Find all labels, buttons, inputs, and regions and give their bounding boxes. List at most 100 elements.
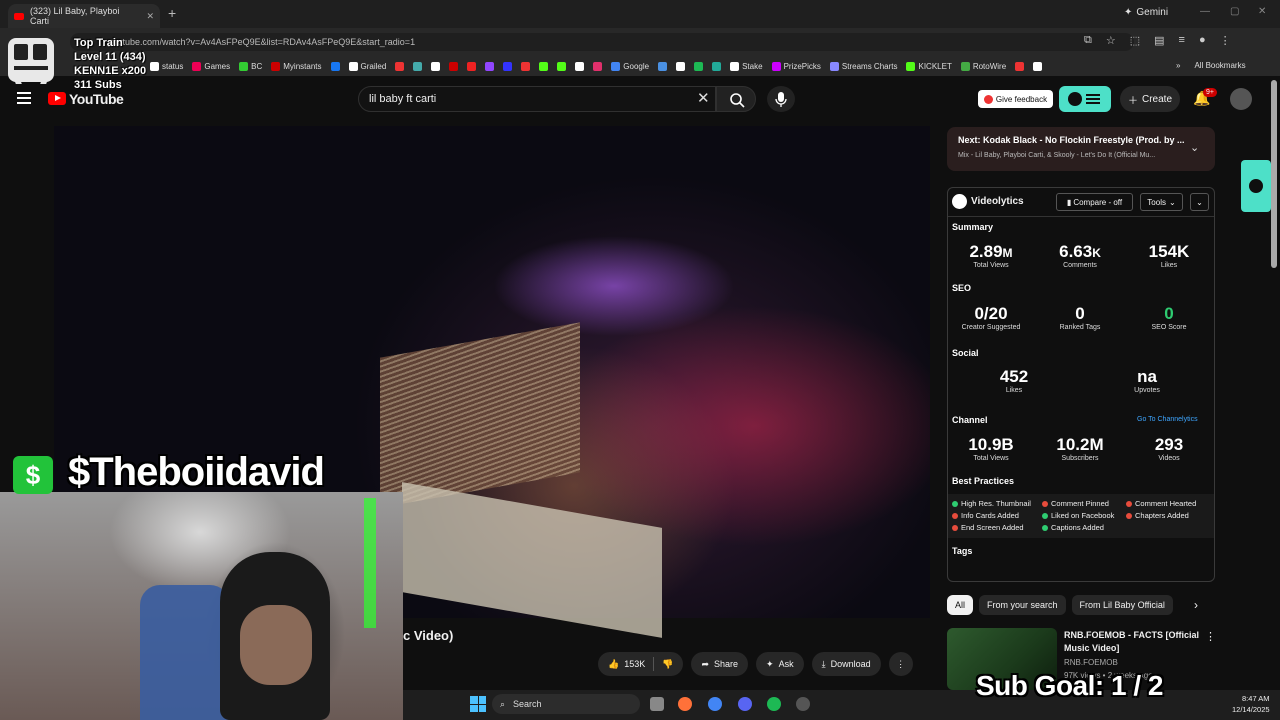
- tab-close-icon[interactable]: ✕: [146, 11, 154, 22]
- hamburger-menu-icon[interactable]: [17, 92, 31, 107]
- bookmark-item[interactable]: [467, 61, 477, 71]
- voice-search-button[interactable]: [767, 86, 795, 112]
- ask-button[interactable]: ✦ Ask: [756, 652, 804, 676]
- compare-toggle[interactable]: ▮ Compare - off: [1056, 193, 1133, 211]
- bookmark-item[interactable]: [658, 61, 668, 71]
- bookmark-item[interactable]: [395, 61, 405, 71]
- sidepanel-icon[interactable]: ▤: [1154, 34, 1164, 47]
- stat-value: 0/20: [974, 304, 1008, 323]
- maximize-icon[interactable]: ▢: [1230, 6, 1239, 17]
- close-window-icon[interactable]: ✕: [1258, 6, 1266, 17]
- bookmark-item[interactable]: RotoWire: [960, 61, 1006, 71]
- collapse-panel-button[interactable]: ⌄: [1190, 193, 1209, 211]
- clear-search-icon[interactable]: ✕: [697, 89, 710, 107]
- create-button[interactable]: ＋ Create: [1120, 86, 1180, 112]
- bookmark-item[interactable]: Stake: [730, 61, 763, 71]
- profile-icon[interactable]: ●: [1199, 34, 1206, 47]
- bookmark-item[interactable]: [485, 61, 495, 71]
- youtube-logo-text[interactable]: YouTube: [69, 91, 124, 107]
- bookmark-star-icon[interactable]: ☆: [1106, 34, 1116, 47]
- youtube-logo-icon[interactable]: [48, 92, 66, 105]
- share-button[interactable]: ➦ Share: [691, 652, 749, 676]
- chip-from-lil-baby-official[interactable]: From Lil Baby Official: [1071, 595, 1173, 615]
- bookmark-item[interactable]: [449, 61, 459, 71]
- bookmark-label: Google: [623, 61, 650, 71]
- best-practice-label: Comment Pinned: [1051, 499, 1109, 508]
- task-view-icon[interactable]: [650, 697, 664, 711]
- all-bookmarks[interactable]: » All Bookmarks: [1176, 61, 1246, 70]
- download-button[interactable]: ⤓ Download: [811, 652, 881, 676]
- vidiq-side-tab[interactable]: [1241, 160, 1271, 212]
- bookmark-item[interactable]: [503, 61, 513, 71]
- bookmark-item[interactable]: [1015, 61, 1025, 71]
- bookmark-item[interactable]: [1033, 61, 1043, 71]
- channelytics-link[interactable]: Go To Channelytics: [1137, 416, 1198, 423]
- new-tab-button[interactable]: +: [168, 5, 176, 21]
- chrome-icon[interactable]: [708, 697, 722, 711]
- bookmark-item[interactable]: [557, 61, 567, 71]
- recommendation-title[interactable]: RNB.FOEMOB - FACTS [Official Music Video…: [1064, 629, 1204, 655]
- bookmark-item[interactable]: BC: [239, 61, 262, 71]
- more-actions-button[interactable]: ⋮: [888, 652, 913, 676]
- bookmarks-overflow-icon[interactable]: »: [1176, 61, 1180, 70]
- toolbar-icons: ⧉ ☆ ⬚ ▤ ≡ ● ⋮: [1084, 34, 1231, 47]
- bookmark-label: PrizePicks: [783, 61, 821, 71]
- chip-all[interactable]: All: [947, 595, 974, 615]
- chevron-down-icon[interactable]: ⌄: [1190, 141, 1199, 154]
- obs-icon[interactable]: [796, 697, 810, 711]
- address-bar[interactable]: youtube.com/watch?v=Av4AsFPeQ9E&list=RDA…: [70, 33, 1134, 51]
- firefox-icon[interactable]: [678, 697, 692, 711]
- bookmark-item[interactable]: [431, 61, 441, 71]
- minimize-icon[interactable]: —: [1200, 6, 1210, 17]
- bookmark-item[interactable]: status: [150, 61, 183, 71]
- search-input[interactable]: lil baby ft carti: [358, 86, 716, 112]
- extensions-icon[interactable]: ⬚: [1130, 34, 1140, 47]
- bookmark-item[interactable]: [676, 61, 686, 71]
- bookmark-item[interactable]: [521, 61, 531, 71]
- vidiq-extension-button[interactable]: [1059, 86, 1111, 112]
- bar-chart-icon: ▮: [1066, 197, 1072, 207]
- media-icon[interactable]: ≡: [1179, 34, 1185, 47]
- like-button[interactable]: 👍 153K 👎: [598, 652, 684, 676]
- page-scrollbar[interactable]: [1271, 80, 1277, 268]
- browser-tab[interactable]: (323) Lil Baby, Playboi Carti ✕: [8, 4, 160, 28]
- summary-stat: 154K Likes: [1129, 242, 1209, 269]
- search-button[interactable]: [716, 86, 756, 112]
- windows-start-icon[interactable]: [470, 696, 486, 712]
- bookmark-item[interactable]: Myinstants: [271, 61, 322, 71]
- status-dot-icon: [1126, 500, 1132, 507]
- bookmark-item[interactable]: Games: [192, 61, 230, 71]
- bookmark-item[interactable]: [539, 61, 549, 71]
- account-avatar[interactable]: [1230, 88, 1252, 110]
- bookmark-item[interactable]: Grailed: [348, 61, 386, 71]
- bookmark-item[interactable]: [413, 61, 423, 71]
- menu-icon[interactable]: ⋮: [1220, 34, 1231, 47]
- give-feedback-button[interactable]: Give feedback: [978, 90, 1053, 108]
- bookmark-item[interactable]: [712, 61, 722, 71]
- taskbar-clock[interactable]: 8:47 AM 12/14/2025: [1232, 693, 1270, 715]
- recommendation-menu-icon[interactable]: ⋮: [1205, 630, 1216, 643]
- bookmark-item[interactable]: Google: [611, 61, 650, 71]
- bookmark-item[interactable]: Streams Charts: [829, 61, 897, 71]
- gemini-button[interactable]: ✦ Gemini: [1124, 7, 1168, 18]
- chevron-right-icon[interactable]: ›: [1194, 598, 1198, 612]
- recommendation-channel[interactable]: RNB.FOEMOB: [1064, 658, 1118, 667]
- taskbar-search[interactable]: ⌕ Search: [492, 694, 640, 714]
- taskbar-search-label: Search: [513, 699, 542, 709]
- thumbs-down-icon[interactable]: 👎: [662, 659, 673, 670]
- chip-from-your-search[interactable]: From your search: [979, 595, 1066, 615]
- spotify-icon[interactable]: [767, 697, 781, 711]
- bookmark-item[interactable]: [694, 61, 704, 71]
- video-actions: 👍 153K 👎 ➦ Share ✦ Ask ⤓ Download ⋮: [598, 652, 913, 676]
- bookmark-item[interactable]: PrizePicks: [771, 61, 821, 71]
- up-next-bar[interactable]: [947, 127, 1215, 171]
- install-icon[interactable]: ⧉: [1084, 34, 1092, 47]
- bookmark-item[interactable]: [593, 61, 603, 71]
- best-practice-item: High Res. Thumbnail: [952, 499, 1042, 508]
- tools-dropdown[interactable]: Tools ⌄: [1140, 193, 1183, 211]
- bookmark-item[interactable]: [575, 61, 585, 71]
- best-practice-item: Comment Pinned: [1042, 499, 1126, 508]
- bookmark-item[interactable]: [330, 61, 340, 71]
- discord-icon[interactable]: [738, 697, 752, 711]
- bookmark-item[interactable]: KICKLET: [906, 61, 952, 71]
